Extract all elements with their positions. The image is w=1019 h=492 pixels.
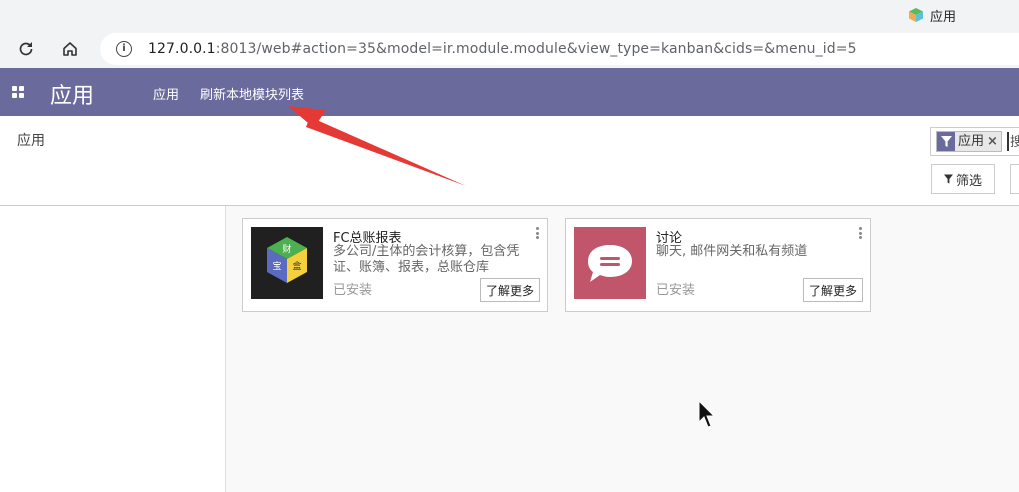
red-arrow-icon	[288, 106, 466, 186]
mouse-cursor-icon	[698, 400, 716, 428]
